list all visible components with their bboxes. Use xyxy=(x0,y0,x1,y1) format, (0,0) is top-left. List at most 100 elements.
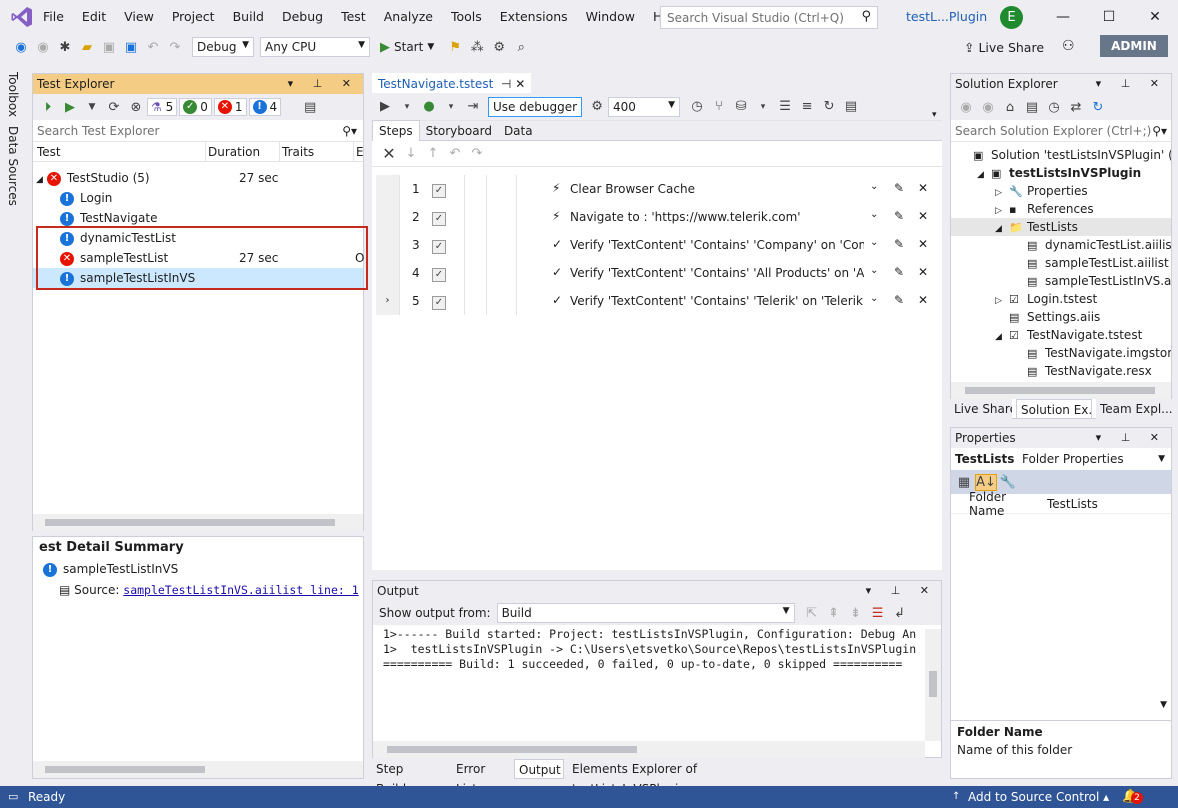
props-object-select[interactable]: TestLists Folder Properties ▼ xyxy=(951,448,1171,470)
storage-dropdown-icon[interactable]: ▾ xyxy=(752,102,774,112)
toolbox-tab[interactable]: Toolbox xyxy=(6,72,20,117)
categorized-icon[interactable]: ▦ xyxy=(953,475,975,490)
undo-step-icon[interactable]: ↶ xyxy=(444,146,466,161)
add-source-control-button[interactable]: Add to Source Control ▴ xyxy=(968,786,1109,808)
step-handle[interactable]: › xyxy=(376,287,400,315)
edit-step-icon[interactable]: ✎ xyxy=(894,265,904,279)
se-refresh-icon[interactable]: ↻ xyxy=(1087,100,1109,115)
new-project-icon[interactable]: ✱ xyxy=(54,40,76,55)
prop-value[interactable]: TestLists xyxy=(1043,497,1098,511)
run-all-icon[interactable]: ⏵ xyxy=(37,100,59,115)
menu-item-analyze[interactable]: Analyze xyxy=(375,0,442,34)
passed-tests-badge[interactable]: ✓ 0 xyxy=(179,98,212,116)
step-row[interactable]: 1 ✓ ⚡ Clear Browser Cache ⌄ ✎ ✕ xyxy=(376,175,936,203)
settings-icon[interactable]: ⚙ xyxy=(488,40,510,55)
expand-arrow-icon[interactable]: ◢ xyxy=(995,220,1009,236)
se-tab-1[interactable]: Solution Ex... xyxy=(1016,399,1092,419)
inspect-icon[interactable]: ⌕ xyxy=(510,40,532,55)
menu-item-extensions[interactable]: Extensions xyxy=(491,0,577,34)
edit-step-icon[interactable]: ✎ xyxy=(894,181,904,195)
prev-message-icon[interactable]: ⇞ xyxy=(823,606,845,621)
test-row[interactable]: ! TestNavigate xyxy=(33,208,363,228)
source-link[interactable]: sampleTestListInVS.aiilist line: 1 xyxy=(123,583,358,597)
step-description[interactable]: Navigate to : 'https://www.telerik.com' xyxy=(570,210,864,224)
minimize-icon[interactable]: — xyxy=(1040,0,1086,34)
menu-item-project[interactable]: Project xyxy=(163,0,224,34)
execute-icon[interactable]: ● xyxy=(418,99,440,114)
alphabetical-icon[interactable]: A↓ xyxy=(975,473,997,491)
attach-icon[interactable]: ⚑ xyxy=(444,40,466,55)
menu-item-file[interactable]: File xyxy=(34,0,73,34)
failed-tests-badge[interactable]: ✕ 1 xyxy=(213,98,247,116)
delete-step-icon[interactable]: ✕ xyxy=(918,293,928,307)
live-share-button[interactable]: ⇪ Live Share xyxy=(964,40,1044,55)
back-icon[interactable]: ◉ xyxy=(10,40,32,55)
bottom-tab-step-builder[interactable]: Step Builder xyxy=(372,759,448,796)
solution-tree-item[interactable]: ◢ 📁 TestLists xyxy=(951,218,1171,236)
se-tab-0[interactable]: Live Share xyxy=(950,399,1012,419)
se-tab-2[interactable]: Team Expl... xyxy=(1096,399,1172,419)
close-icon[interactable]: ✕ xyxy=(1132,0,1178,34)
solution-tree-item[interactable]: ▷ ☑ Login.tstest xyxy=(951,290,1171,308)
column-traits[interactable]: Traits xyxy=(279,142,314,162)
playlist-icon[interactable]: ▤ xyxy=(299,100,321,115)
step-expand-icon[interactable]: ⌄ xyxy=(870,181,878,192)
property-pages-icon[interactable]: 🔧 xyxy=(997,475,1019,490)
menu-item-test[interactable]: Test xyxy=(332,0,375,34)
step-row[interactable]: 2 ✓ ⚡ Navigate to : 'https://www.telerik… xyxy=(376,203,936,231)
column-test[interactable]: Test xyxy=(37,142,61,162)
save-icon[interactable]: ▣ xyxy=(98,40,120,55)
repeat-icon[interactable]: ⟳ xyxy=(103,100,125,115)
step-expand-icon[interactable]: ⌄ xyxy=(870,293,878,304)
se-forward-icon[interactable]: ◉ xyxy=(977,100,999,115)
open-icon[interactable]: ▰ xyxy=(76,40,98,55)
step-expand-icon[interactable]: ⌄ xyxy=(870,237,878,248)
save-all-icon[interactable]: ▣ xyxy=(120,40,142,55)
edit-step-icon[interactable]: ✎ xyxy=(894,237,904,251)
steps-tab[interactable]: Steps xyxy=(372,120,420,141)
step-expand-icon[interactable]: ⌄ xyxy=(870,209,878,220)
delete-step-icon[interactable]: ✕ xyxy=(918,265,928,279)
tab-close-icon[interactable]: ✕ xyxy=(515,77,525,91)
step-handle[interactable] xyxy=(376,175,400,203)
platform-select[interactable]: Any CPU ▼ xyxy=(260,37,370,57)
delete-step-icon[interactable]: ✕ xyxy=(918,209,928,223)
switch-views-icon[interactable]: ▤ xyxy=(1021,100,1043,115)
output-source-select[interactable]: Build ▼ xyxy=(496,603,795,623)
menu-item-edit[interactable]: Edit xyxy=(73,0,115,34)
redo-icon[interactable]: ↷ xyxy=(164,40,186,55)
menu-item-view[interactable]: View xyxy=(115,0,163,34)
se-search-input[interactable]: Search Solution Explorer (Ctrl+;) ⚲▾ xyxy=(951,120,1171,142)
find-message-icon[interactable]: ⇱ xyxy=(801,606,823,621)
step-handle[interactable] xyxy=(376,203,400,231)
use-debugger-button[interactable]: Use debugger xyxy=(488,96,583,117)
step-row[interactable]: 4 ✓ ✓ Verify 'TextContent' 'Contains' 'A… xyxy=(376,259,936,287)
admin-badge[interactable]: ADMIN xyxy=(1100,35,1168,57)
pin-icon[interactable]: ⊣ xyxy=(501,77,511,91)
se-controls-icon[interactable]: ▾ ⊥ ✕ xyxy=(1096,74,1167,94)
solution-tree-item[interactable]: ▤ TestNavigate.resx xyxy=(951,362,1171,380)
start-dropdown-icon[interactable]: ▼ xyxy=(427,42,434,52)
step-expand-icon[interactable]: ⌄ xyxy=(870,265,878,276)
debug-icon[interactable]: ⁂ xyxy=(466,40,488,55)
solution-tree-item[interactable]: ◢ ▣ testListsInVSPlugin xyxy=(951,164,1171,182)
sync-icon[interactable]: ⇄ xyxy=(1065,100,1087,115)
step-description[interactable]: Clear Browser Cache xyxy=(570,182,864,196)
collapse-icon[interactable]: ◢ xyxy=(36,175,43,185)
props-row[interactable]: Folder Name TestLists xyxy=(951,490,1171,518)
menu-item-debug[interactable]: Debug xyxy=(273,0,332,34)
merge-icon[interactable]: ⑂ xyxy=(708,99,730,114)
solution-tree-item[interactable]: ▤ sampleTestList.aiilist xyxy=(951,254,1171,272)
refresh-icon[interactable]: ↻ xyxy=(818,99,840,114)
avatar[interactable]: E xyxy=(1000,6,1023,29)
output-vscroll[interactable] xyxy=(925,629,941,741)
search-input[interactable]: Search Visual Studio (Ctrl+Q) ⚲ xyxy=(660,6,878,29)
solution-tree-item[interactable]: ▤ dynamicTestList.aiilist xyxy=(951,236,1171,254)
step-enabled-checkbox[interactable]: ✓ xyxy=(432,268,446,282)
test-settings-icon[interactable]: ⚙ xyxy=(586,99,608,114)
timer-icon[interactable]: ◷ xyxy=(686,99,708,114)
step-enabled-checkbox[interactable]: ✓ xyxy=(432,212,446,226)
execute-dropdown-icon[interactable]: ▾ xyxy=(440,102,462,112)
expand-arrow-icon[interactable]: ▷ xyxy=(995,202,1009,218)
solution-tree-item[interactable]: ▤ TestNavigate.imgstore xyxy=(951,344,1171,362)
